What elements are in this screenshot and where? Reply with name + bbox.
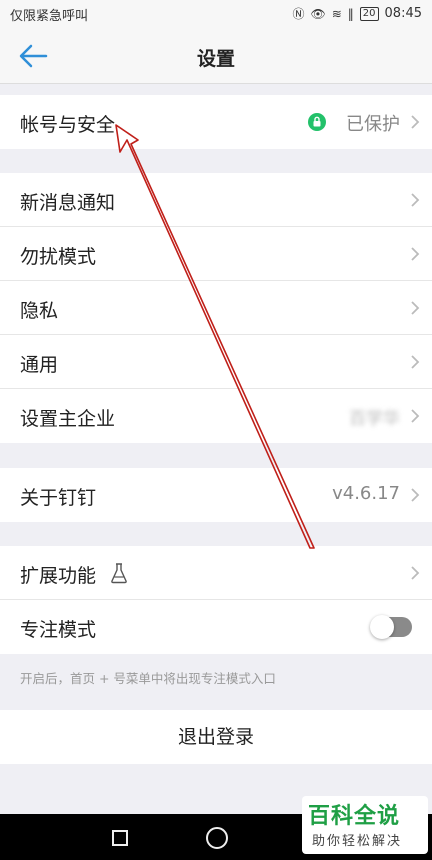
nav-bar: 设置 xyxy=(0,28,432,84)
eye-icon: 👁 xyxy=(310,6,326,21)
version-text: v4.6.17 xyxy=(332,483,400,504)
chevron-right-icon xyxy=(411,247,420,261)
toggle-knob xyxy=(370,615,394,639)
clock: 08:45 xyxy=(384,6,422,21)
wifi-icon: ≋ xyxy=(331,6,342,21)
account-security-status: 已保护 xyxy=(346,114,400,135)
about-label: 关于钉钉 xyxy=(20,487,97,509)
account-security-row[interactable]: 帐号与安全 已保护 xyxy=(0,95,432,149)
do-not-disturb-row[interactable]: 勿扰模式 xyxy=(0,227,432,281)
extensions-label: 扩展功能 xyxy=(20,565,97,587)
main-company-row[interactable]: 设置主企业 百学华 xyxy=(0,389,432,443)
chevron-right-icon xyxy=(411,301,420,315)
account-group: 帐号与安全 已保护 xyxy=(0,95,432,149)
extensions-group: 扩展功能 专注模式 xyxy=(0,546,432,654)
extensions-row[interactable]: 扩展功能 xyxy=(0,546,432,600)
general-group: 新消息通知 勿扰模式 隐私 通用 设置主企业 百学华 xyxy=(0,173,432,443)
lock-icon xyxy=(308,113,326,131)
home-icon[interactable] xyxy=(206,827,228,849)
chevron-right-icon xyxy=(411,566,420,580)
logout-button[interactable]: 退出登录 xyxy=(0,710,432,764)
general-label: 通用 xyxy=(20,354,59,376)
privacy-label: 隐私 xyxy=(20,300,59,322)
new-message-notification-row[interactable]: 新消息通知 xyxy=(0,173,432,227)
new-message-notification-label: 新消息通知 xyxy=(20,192,116,214)
flask-icon xyxy=(111,563,127,584)
battery-icon: 20 xyxy=(359,6,379,21)
account-security-label: 帐号与安全 xyxy=(20,114,116,136)
watermark-title: 百科全说 xyxy=(308,804,401,829)
status-bar: 仅限紧急呼叫 Ⓝ 👁 ≋ ‖ 20 08:45 xyxy=(0,0,432,28)
recent-apps-icon[interactable] xyxy=(112,830,128,846)
main-company-value: 百学华 xyxy=(349,409,400,429)
status-icons: Ⓝ 👁 ≋ ‖ 20 08:45 xyxy=(292,5,422,22)
chevron-right-icon xyxy=(411,115,420,129)
focus-mode-row: 专注模式 xyxy=(0,600,432,654)
watermark-logo: 百科全说 助你轻松解决 xyxy=(302,796,428,854)
chevron-right-icon xyxy=(411,193,420,207)
do-not-disturb-label: 勿扰模式 xyxy=(20,246,97,268)
chevron-right-icon xyxy=(411,488,420,502)
focus-mode-hint: 开启后，首页 + 号菜单中将出现专注模式入口 xyxy=(20,671,276,686)
about-group: 关于钉钉 v4.6.17 xyxy=(0,468,432,522)
nfc-icon: Ⓝ xyxy=(292,7,305,21)
main-company-label: 设置主企业 xyxy=(20,408,116,430)
watermark-subtitle: 助你轻松解决 xyxy=(312,834,403,849)
focus-mode-label: 专注模式 xyxy=(20,619,97,641)
chevron-right-icon xyxy=(411,409,420,423)
signal-icon: ‖ xyxy=(347,6,354,21)
focus-mode-toggle[interactable] xyxy=(370,615,412,639)
about-row[interactable]: 关于钉钉 v4.6.17 xyxy=(0,468,432,522)
general-row[interactable]: 通用 xyxy=(0,335,432,389)
page-title: 设置 xyxy=(196,48,235,70)
chevron-right-icon xyxy=(411,355,420,369)
carrier-text: 仅限紧急呼叫 xyxy=(10,9,89,24)
privacy-row[interactable]: 隐私 xyxy=(0,281,432,335)
